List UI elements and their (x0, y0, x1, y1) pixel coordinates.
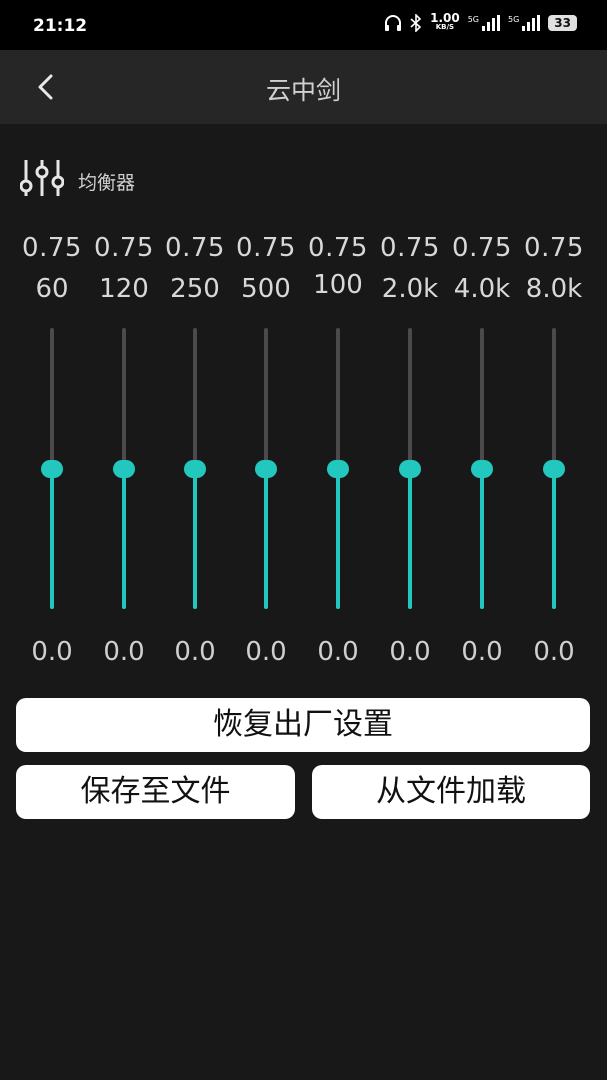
bluetooth-icon (410, 14, 422, 32)
headphones-icon (385, 15, 402, 31)
band-slider-thumb[interactable] (113, 459, 135, 478)
band-slider-thumb[interactable] (184, 459, 206, 478)
band-frequency: 8.0k (525, 274, 583, 304)
band-slider-fill (552, 468, 556, 609)
band-slider-fill (480, 468, 484, 609)
status-time: 21:12 (33, 16, 88, 36)
band-slider-fill (264, 468, 268, 609)
band-gain: 0.0 (533, 637, 575, 667)
band-slider-thumb[interactable] (471, 459, 493, 478)
band-slider-thumb[interactable] (255, 459, 277, 478)
battery-level: 33 (554, 16, 571, 30)
band-value: 0.75 (524, 233, 584, 263)
band-slider-fill (336, 468, 340, 609)
title-bar: 云中剑 (0, 50, 607, 124)
network-speed: 1.00 KB/S (430, 11, 460, 32)
sim1-label: 5G (467, 15, 479, 24)
band-slider-fill (408, 468, 412, 609)
reset-defaults-button[interactable]: 恢复出厂设置 (16, 698, 590, 752)
load-from-file-button[interactable]: 从文件加载 (312, 765, 590, 819)
band-slider-thumb[interactable] (41, 459, 63, 478)
network-speed-unit: KB/S (435, 23, 455, 31)
signal-icon-sim1: 5G (468, 15, 500, 31)
band-slider-thumb[interactable] (399, 459, 421, 478)
battery-icon: 33 (548, 15, 577, 31)
page-title: 云中剑 (265, 76, 341, 105)
equalizer-icon (20, 160, 64, 196)
band-slider-fill (122, 468, 126, 609)
status-bar: 21:12 1.00 KB/S 5G 5G 33 (0, 0, 607, 50)
eq-band-8k: 0.75 8.0k 0.0 (518, 230, 590, 690)
sim2-label: 5G (508, 15, 520, 24)
network-speed-value: 1.00 (430, 11, 460, 25)
equalizer-header: 均衡器 (20, 158, 135, 198)
equalizer-bands: 0.75 60 0.0 0.75 120 0.0 0.75 250 0.0 0.… (0, 230, 607, 690)
status-icons: 1.00 KB/S 5G 5G 33 (384, 11, 577, 32)
band-slider-thumb[interactable] (543, 459, 565, 478)
save-to-file-button[interactable]: 保存至文件 (16, 765, 295, 819)
signal-icon-sim2: 5G (508, 15, 541, 31)
band-slider-fill (193, 468, 197, 609)
band-slider-fill (50, 468, 54, 609)
band-slider-thumb[interactable] (327, 459, 349, 478)
equalizer-label: 均衡器 (78, 171, 136, 194)
